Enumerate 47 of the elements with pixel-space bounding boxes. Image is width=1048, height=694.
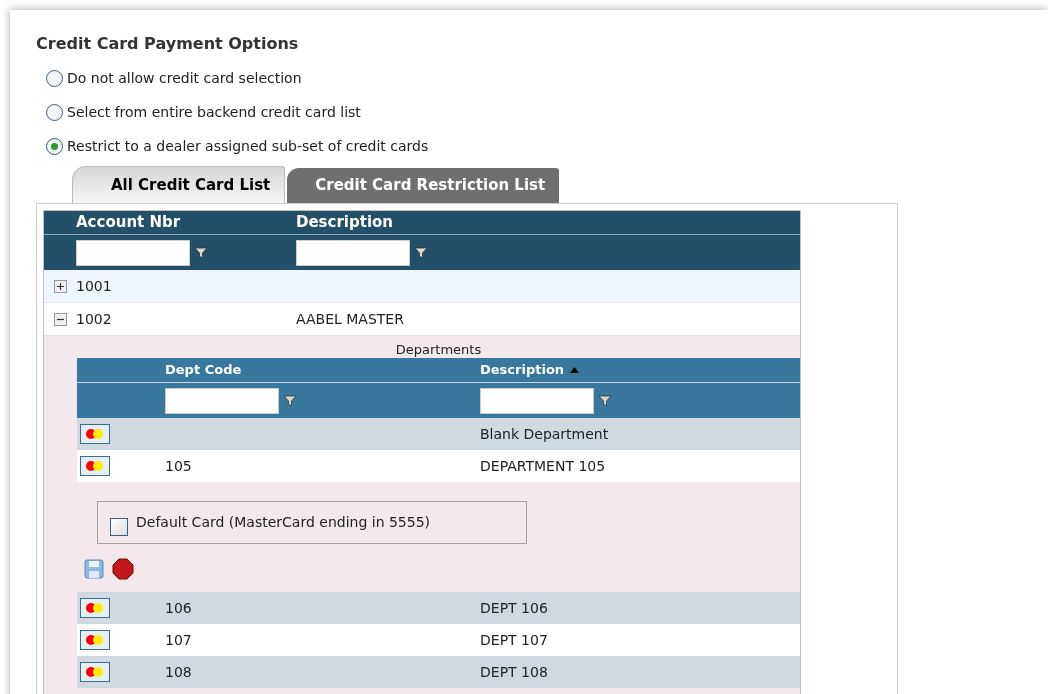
table-cell: 108 xyxy=(165,663,192,680)
radio-label: Restrict to a dealer assigned sub-set of credit cards xyxy=(67,136,429,156)
column-header[interactable]: Dept Code xyxy=(165,360,242,380)
cancel-icon[interactable] xyxy=(112,558,134,580)
tab[interactable]: Credit Card Restriction List xyxy=(287,168,560,203)
filter-icon[interactable] xyxy=(598,393,612,408)
collapse-button[interactable] xyxy=(53,312,67,326)
table-cell: DEPARTMENT 105 xyxy=(480,457,606,474)
column-header[interactable]: Account Nbr xyxy=(76,213,181,232)
radio-button[interactable] xyxy=(46,137,63,155)
column-header[interactable]: Description xyxy=(480,360,565,380)
table-cell: DEPT 107 xyxy=(480,631,548,648)
credit-card-icon[interactable] xyxy=(80,456,110,476)
table-cell: DEPT 108 xyxy=(480,663,548,680)
credit-card-icon[interactable] xyxy=(80,662,110,682)
filter-icon[interactable] xyxy=(283,393,297,408)
tab[interactable]: All Credit Card List xyxy=(72,166,286,203)
table-cell: 106 xyxy=(165,599,192,616)
checkbox-label: Default Card (MasterCard ending in 5555) xyxy=(136,513,431,532)
section-title: Credit Card Payment Options xyxy=(36,33,300,55)
filter-icon[interactable] xyxy=(194,245,208,260)
plus-icon xyxy=(56,282,64,290)
table-cell: DEPT 106 xyxy=(480,599,548,616)
column-header[interactable]: Description xyxy=(296,213,394,232)
detail-caption: Departments xyxy=(395,342,482,357)
credit-card-icon[interactable] xyxy=(80,598,110,618)
radio-button[interactable] xyxy=(46,69,63,87)
expand-button[interactable] xyxy=(53,279,67,293)
radio-label: Select from entire backend credit card list xyxy=(67,102,361,122)
table-cell: 1001 xyxy=(76,277,112,294)
radio-label: Do not allow credit card selection xyxy=(67,68,302,88)
table-cell: Blank Department xyxy=(480,425,609,442)
sort-ascending-icon[interactable] xyxy=(570,367,580,373)
filter-field[interactable] xyxy=(480,387,594,414)
credit-card-icon[interactable] xyxy=(80,424,110,444)
table-cell: AABEL MASTER xyxy=(296,310,404,327)
save-icon[interactable] xyxy=(84,559,104,579)
checkbox[interactable] xyxy=(110,517,128,536)
radio-button[interactable] xyxy=(46,103,63,121)
filter-field[interactable] xyxy=(165,387,279,414)
filter-field[interactable] xyxy=(76,239,190,266)
filter-field[interactable] xyxy=(296,239,410,266)
credit-card-icon[interactable] xyxy=(80,630,110,650)
table-cell: 105 xyxy=(165,457,192,474)
table-cell: 1002 xyxy=(76,310,112,327)
table-cell: 107 xyxy=(165,631,192,648)
filter-icon[interactable] xyxy=(414,245,428,260)
